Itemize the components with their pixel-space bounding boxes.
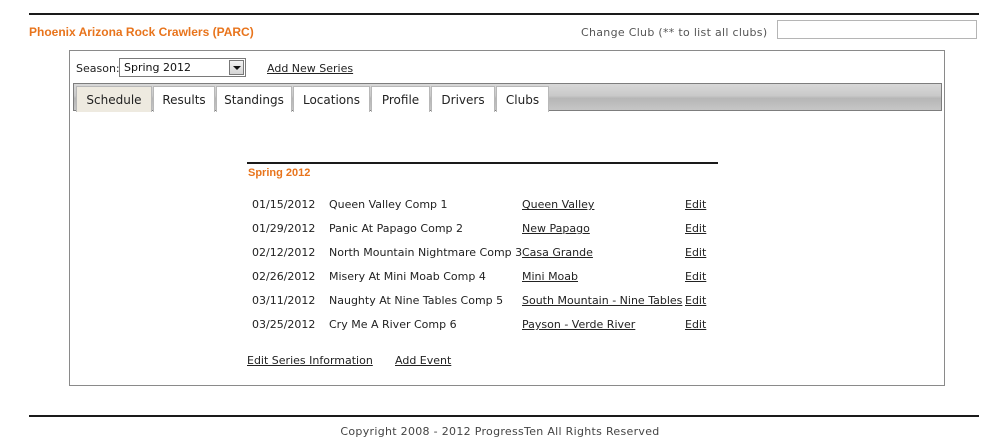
table-row: 02/26/2012 Misery At Mini Moab Comp 4 Mi… xyxy=(247,270,718,286)
copyright-text: Copyright 2008 - 2012 ProgressTen All Ri… xyxy=(340,425,660,438)
event-edit-link[interactable]: Edit xyxy=(685,294,706,307)
table-row: 03/25/2012 Cry Me A River Comp 6 Payson … xyxy=(247,318,718,334)
event-location-link[interactable]: Casa Grande xyxy=(522,246,593,259)
tab-locations[interactable]: Locations xyxy=(293,86,370,112)
club-name-title: Phoenix Arizona Rock Crawlers (PARC) xyxy=(29,25,254,39)
table-row: 01/15/2012 Queen Valley Comp 1 Queen Val… xyxy=(247,198,718,214)
tab-bar: Schedule Results Standings Locations Pro… xyxy=(73,83,942,112)
event-name: Naughty At Nine Tables Comp 5 xyxy=(329,294,504,307)
top-divider xyxy=(29,13,979,15)
event-date: 03/25/2012 xyxy=(252,318,316,331)
add-new-series-link[interactable]: Add New Series xyxy=(267,62,353,75)
event-date: 01/29/2012 xyxy=(252,222,316,235)
chevron-down-icon[interactable] xyxy=(229,60,244,75)
event-date: 01/15/2012 xyxy=(252,198,316,211)
event-date: 03/11/2012 xyxy=(252,294,316,307)
tab-drivers[interactable]: Drivers xyxy=(431,86,495,112)
edit-series-information-link[interactable]: Edit Series Information xyxy=(247,354,373,367)
event-edit-link[interactable]: Edit xyxy=(685,198,706,211)
season-label: Season: xyxy=(76,62,120,75)
event-name: Cry Me A River Comp 6 xyxy=(329,318,457,331)
bottom-divider xyxy=(29,415,979,417)
schedule-divider xyxy=(247,162,718,164)
table-row: 03/11/2012 Naughty At Nine Tables Comp 5… xyxy=(247,294,718,310)
change-club-label: Change Club (** to list all clubs) xyxy=(581,26,768,39)
tab-standings[interactable]: Standings xyxy=(216,86,292,112)
table-row: 02/12/2012 North Mountain Nightmare Comp… xyxy=(247,246,718,262)
event-edit-link[interactable]: Edit xyxy=(685,318,706,331)
event-name: North Mountain Nightmare Comp 3 xyxy=(329,246,523,259)
add-event-link[interactable]: Add Event xyxy=(395,354,451,367)
event-location-link[interactable]: Payson - Verde River xyxy=(522,318,635,331)
tab-clubs[interactable]: Clubs xyxy=(496,86,549,112)
season-select-value: Spring 2012 xyxy=(124,61,191,74)
event-name: Panic At Papago Comp 2 xyxy=(329,222,464,235)
event-edit-link[interactable]: Edit xyxy=(685,270,706,283)
event-edit-link[interactable]: Edit xyxy=(685,246,706,259)
change-club-input[interactable] xyxy=(777,20,977,39)
event-name: Queen Valley Comp 1 xyxy=(329,198,448,211)
event-location-link[interactable]: New Papago xyxy=(522,222,590,235)
event-name: Misery At Mini Moab Comp 4 xyxy=(329,270,486,283)
tab-results[interactable]: Results xyxy=(153,86,215,112)
schedule-season-title: Spring 2012 xyxy=(248,167,311,179)
event-edit-link[interactable]: Edit xyxy=(685,222,706,235)
season-select[interactable]: Spring 2012 xyxy=(119,58,246,77)
tab-schedule[interactable]: Schedule xyxy=(76,86,152,112)
event-date: 02/26/2012 xyxy=(252,270,316,283)
tab-profile[interactable]: Profile xyxy=(371,86,430,112)
event-date: 02/12/2012 xyxy=(252,246,316,259)
event-location-link[interactable]: Mini Moab xyxy=(522,270,578,283)
table-row: 01/29/2012 Panic At Papago Comp 2 New Pa… xyxy=(247,222,718,238)
event-location-link[interactable]: Queen Valley xyxy=(522,198,594,211)
main-panel: Season: Spring 2012 Add New Series Sched… xyxy=(69,50,945,386)
event-location-link[interactable]: South Mountain - Nine Tables xyxy=(522,294,682,307)
